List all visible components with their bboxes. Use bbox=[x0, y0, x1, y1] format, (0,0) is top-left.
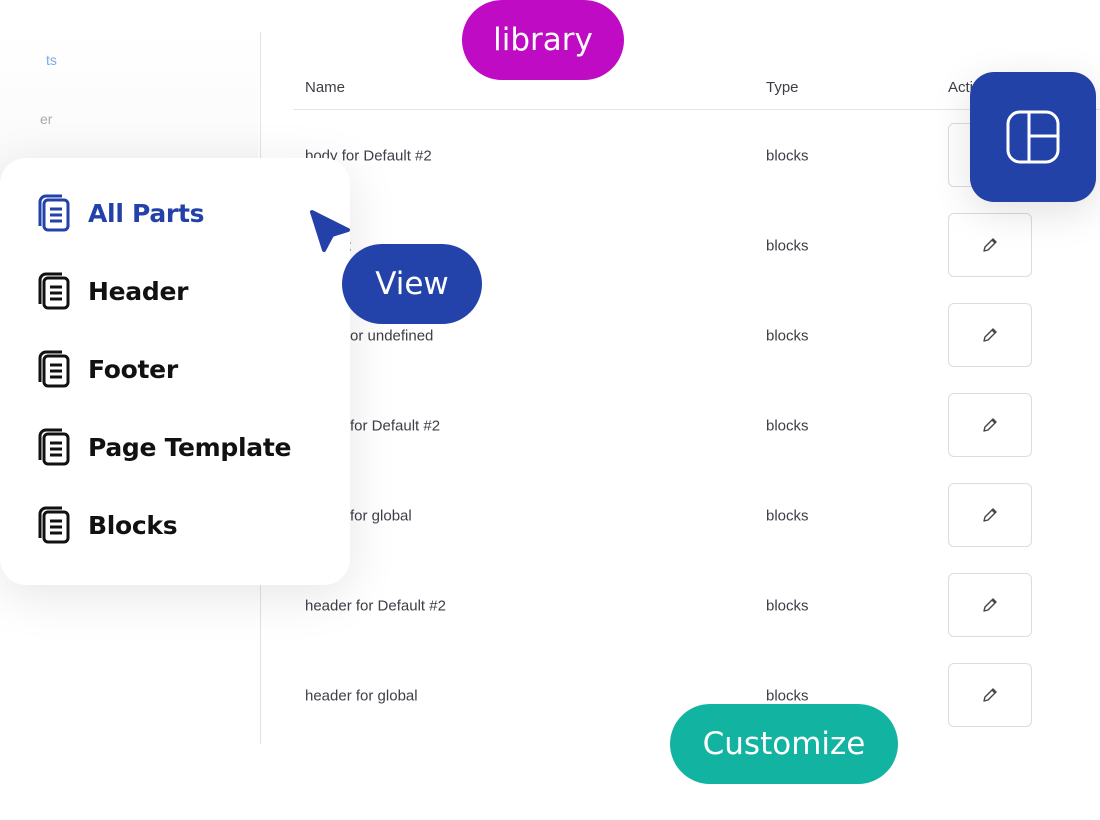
documents-icon bbox=[38, 506, 70, 544]
row-name: for Default #2 bbox=[350, 417, 441, 435]
row-type: blocks bbox=[766, 147, 809, 165]
menu-item-all-parts[interactable]: All Parts bbox=[38, 194, 204, 232]
documents-icon bbox=[38, 272, 70, 310]
row-type: blocks bbox=[766, 237, 809, 255]
menu-item-header[interactable]: Header bbox=[38, 272, 188, 310]
library-badge: library bbox=[462, 0, 624, 80]
edit-button[interactable] bbox=[948, 573, 1032, 637]
row-name: header for Default #2 bbox=[305, 597, 446, 615]
menu-item-label: All Parts bbox=[88, 198, 205, 228]
edit-button[interactable] bbox=[948, 393, 1032, 457]
row-type: blocks bbox=[766, 327, 809, 345]
pencil-icon bbox=[983, 688, 997, 702]
customize-badge: Customize bbox=[670, 704, 898, 784]
menu-item-label: Footer bbox=[88, 354, 178, 384]
menu-item-label: Header bbox=[88, 276, 189, 306]
pencil-icon bbox=[983, 508, 997, 522]
pencil-icon bbox=[983, 598, 997, 612]
row-name: or undefined bbox=[350, 327, 434, 345]
column-header-type: Type bbox=[766, 79, 799, 96]
edit-button[interactable] bbox=[948, 483, 1032, 547]
layout-icon bbox=[1006, 110, 1060, 164]
row-type: blocks bbox=[766, 507, 809, 525]
cursor-icon bbox=[310, 210, 350, 252]
documents-icon bbox=[38, 194, 70, 232]
pencil-icon bbox=[983, 238, 997, 252]
edit-button[interactable] bbox=[948, 303, 1032, 367]
parts-menu: All Parts Header Footer Page Template Blocks bbox=[0, 158, 350, 585]
sidebar-fragment: er bbox=[40, 111, 53, 127]
edit-button[interactable] bbox=[948, 213, 1032, 277]
menu-item-blocks[interactable]: Blocks bbox=[38, 506, 178, 544]
row-name: header for global bbox=[305, 687, 418, 705]
row-type: blocks bbox=[766, 687, 809, 705]
pencil-icon bbox=[983, 418, 997, 432]
row-name: for global bbox=[350, 507, 412, 525]
pencil-icon bbox=[983, 328, 997, 342]
column-header-name: Name bbox=[305, 79, 346, 96]
row-type: blocks bbox=[766, 597, 809, 615]
layout-tile bbox=[970, 72, 1096, 202]
edit-button[interactable] bbox=[948, 663, 1032, 727]
documents-icon bbox=[38, 428, 70, 466]
menu-item-footer[interactable]: Footer bbox=[38, 350, 178, 388]
row-type: blocks bbox=[766, 417, 809, 435]
menu-item-page-template[interactable]: Page Template bbox=[38, 428, 291, 466]
sidebar-fragment: ts bbox=[46, 52, 57, 68]
menu-item-label: Blocks bbox=[88, 510, 178, 540]
menu-item-label: Page Template bbox=[88, 432, 292, 462]
documents-icon bbox=[38, 350, 70, 388]
view-badge: View bbox=[342, 244, 482, 324]
